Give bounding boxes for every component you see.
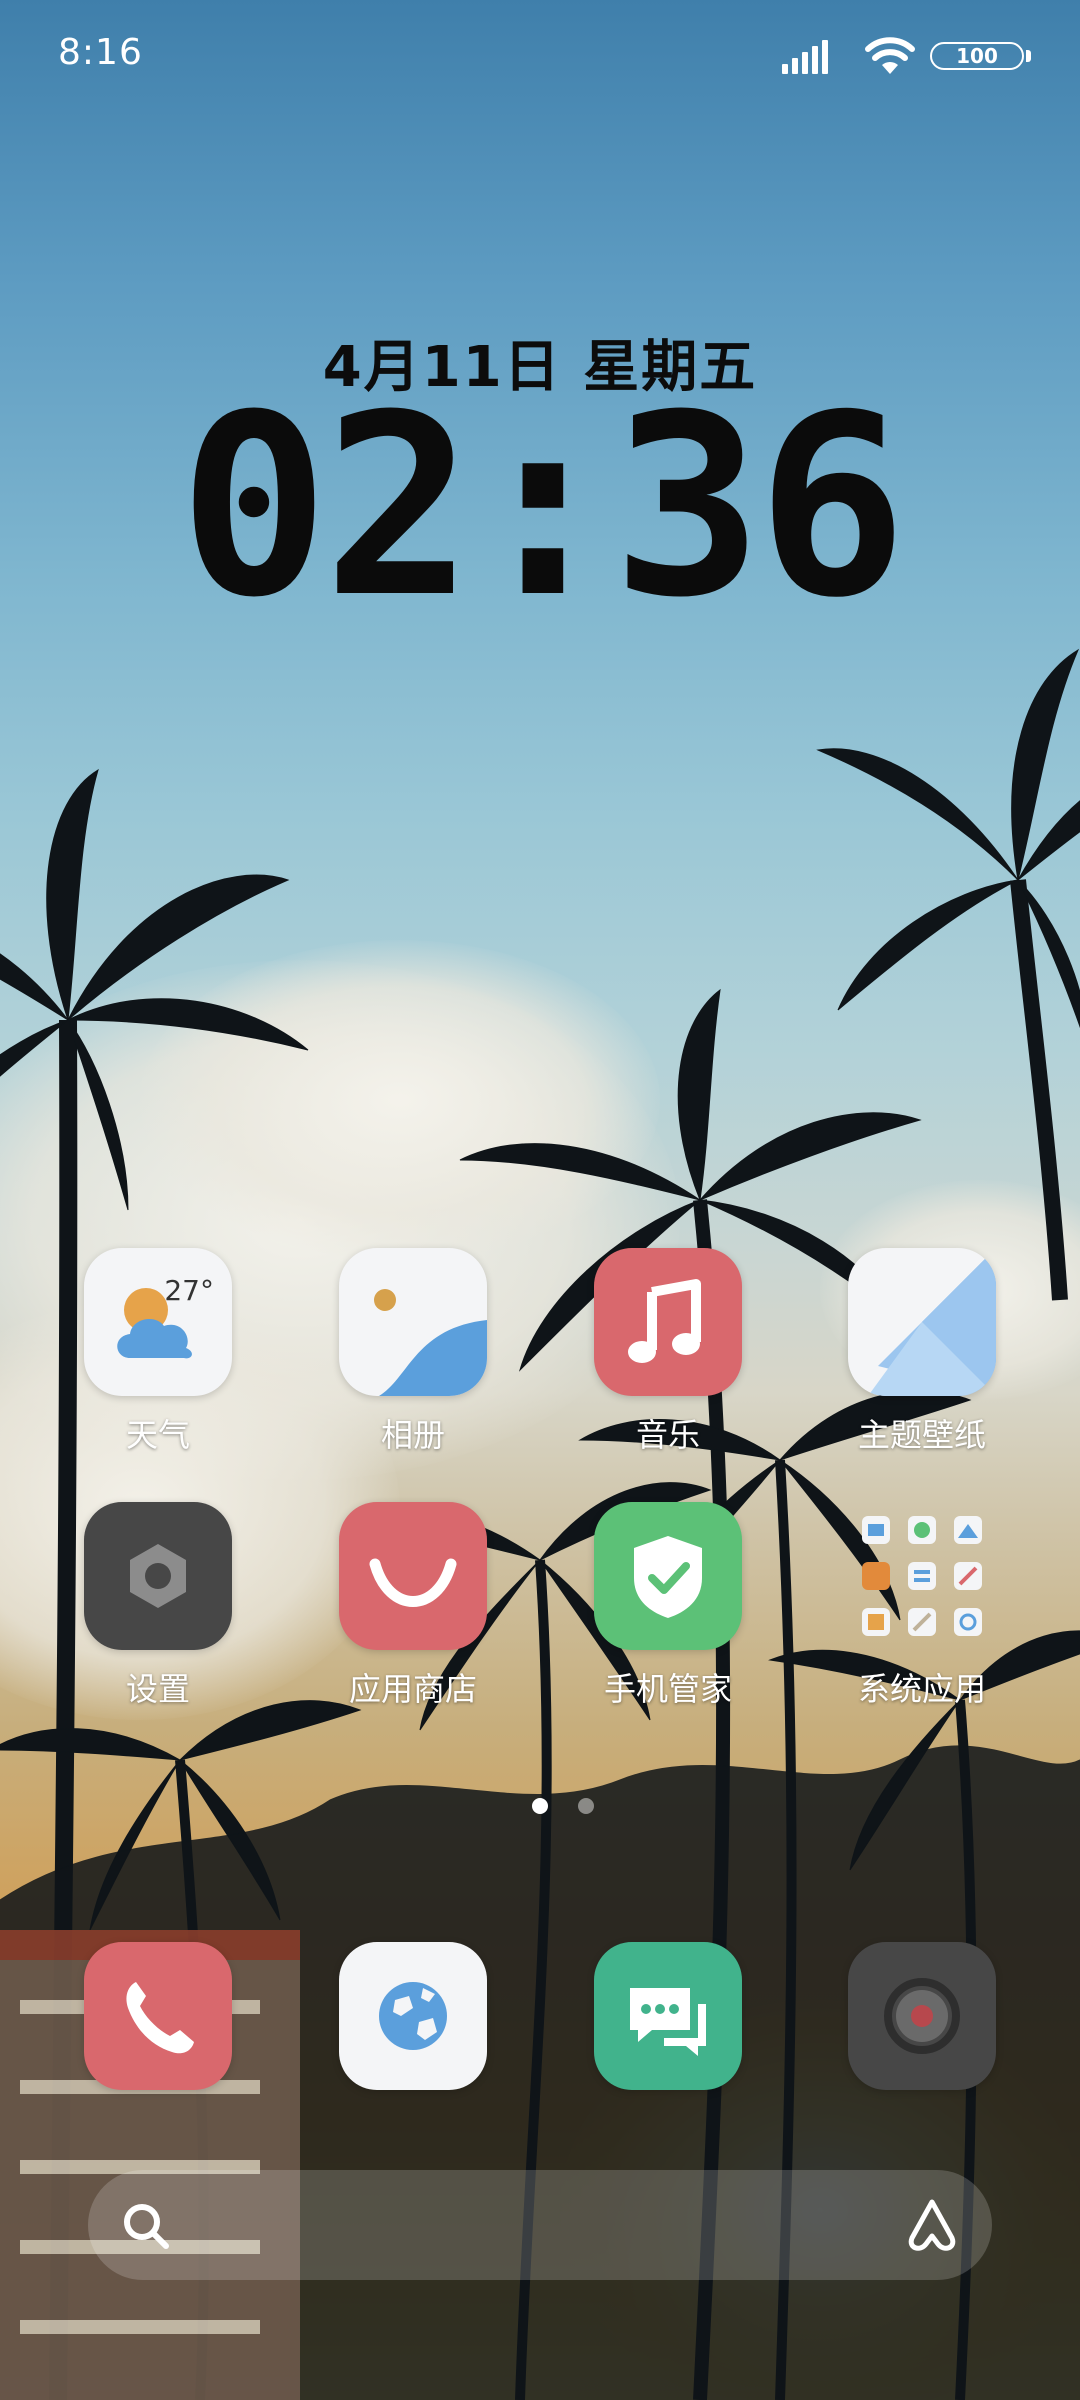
- app-label-store: 应用商店: [348, 1670, 477, 1708]
- page-dot-active[interactable]: [532, 1798, 548, 1814]
- status-bar: 8:16 100: [0, 0, 1080, 110]
- app-label-music: 音乐: [635, 1416, 700, 1454]
- settings-icon: [84, 1502, 232, 1650]
- wifi-icon: [865, 37, 915, 74]
- dock-camera[interactable]: [822, 1942, 1022, 2090]
- app-label-settings: 设置: [125, 1670, 190, 1708]
- home-screen: 8:16 100 4月11日 星期五 02:36 27° 天气 相册 音乐 主题…: [0, 0, 1080, 2400]
- battery-level: 100: [930, 42, 1024, 70]
- search-bar[interactable]: [88, 2170, 992, 2280]
- app-themes[interactable]: 主题壁纸: [822, 1248, 1022, 1456]
- app-label-weather: 天气: [125, 1416, 190, 1454]
- camera-icon: [848, 1942, 996, 2090]
- app-folder-system[interactable]: 系统应用: [822, 1502, 1022, 1710]
- page-dot[interactable]: [578, 1798, 594, 1814]
- app-label-security: 手机管家: [603, 1670, 732, 1708]
- battery-icon: 100: [930, 42, 1034, 70]
- signal-icon: [782, 40, 828, 74]
- app-label-themes: 主题壁纸: [857, 1416, 986, 1454]
- dock-browser[interactable]: [313, 1942, 513, 2090]
- app-gallery[interactable]: 相册: [313, 1248, 513, 1456]
- security-icon: [594, 1502, 742, 1650]
- clock-time[interactable]: 02:36: [0, 382, 1080, 632]
- app-settings[interactable]: 设置: [58, 1502, 258, 1710]
- app-store[interactable]: 应用商店: [313, 1502, 513, 1710]
- music-icon: [594, 1248, 742, 1396]
- app-label-folder: 系统应用: [857, 1670, 986, 1708]
- assistant-icon[interactable]: [900, 2196, 964, 2256]
- app-label-gallery: 相册: [380, 1416, 445, 1454]
- status-icons: 100: [734, 36, 1034, 76]
- phone-icon: [84, 1942, 232, 2090]
- status-time: 8:16: [58, 32, 143, 73]
- app-security[interactable]: 手机管家: [568, 1502, 768, 1710]
- search-icon[interactable]: [118, 2198, 174, 2254]
- dock-phone[interactable]: [58, 1942, 258, 2090]
- weather-temp: 27°: [164, 1274, 214, 1307]
- weather-icon: 27°: [84, 1248, 232, 1396]
- battery-cap: [1026, 50, 1031, 62]
- gallery-icon: [339, 1248, 487, 1396]
- themes-icon: [848, 1248, 996, 1396]
- page-indicator: [0, 1798, 1080, 1818]
- app-store-icon: [339, 1502, 487, 1650]
- dock-messages[interactable]: [568, 1942, 768, 2090]
- messages-icon: [594, 1942, 742, 2090]
- app-weather[interactable]: 27° 天气: [58, 1248, 258, 1456]
- browser-icon: [339, 1942, 487, 2090]
- app-music[interactable]: 音乐: [568, 1248, 768, 1456]
- folder-icon: [848, 1502, 996, 1650]
